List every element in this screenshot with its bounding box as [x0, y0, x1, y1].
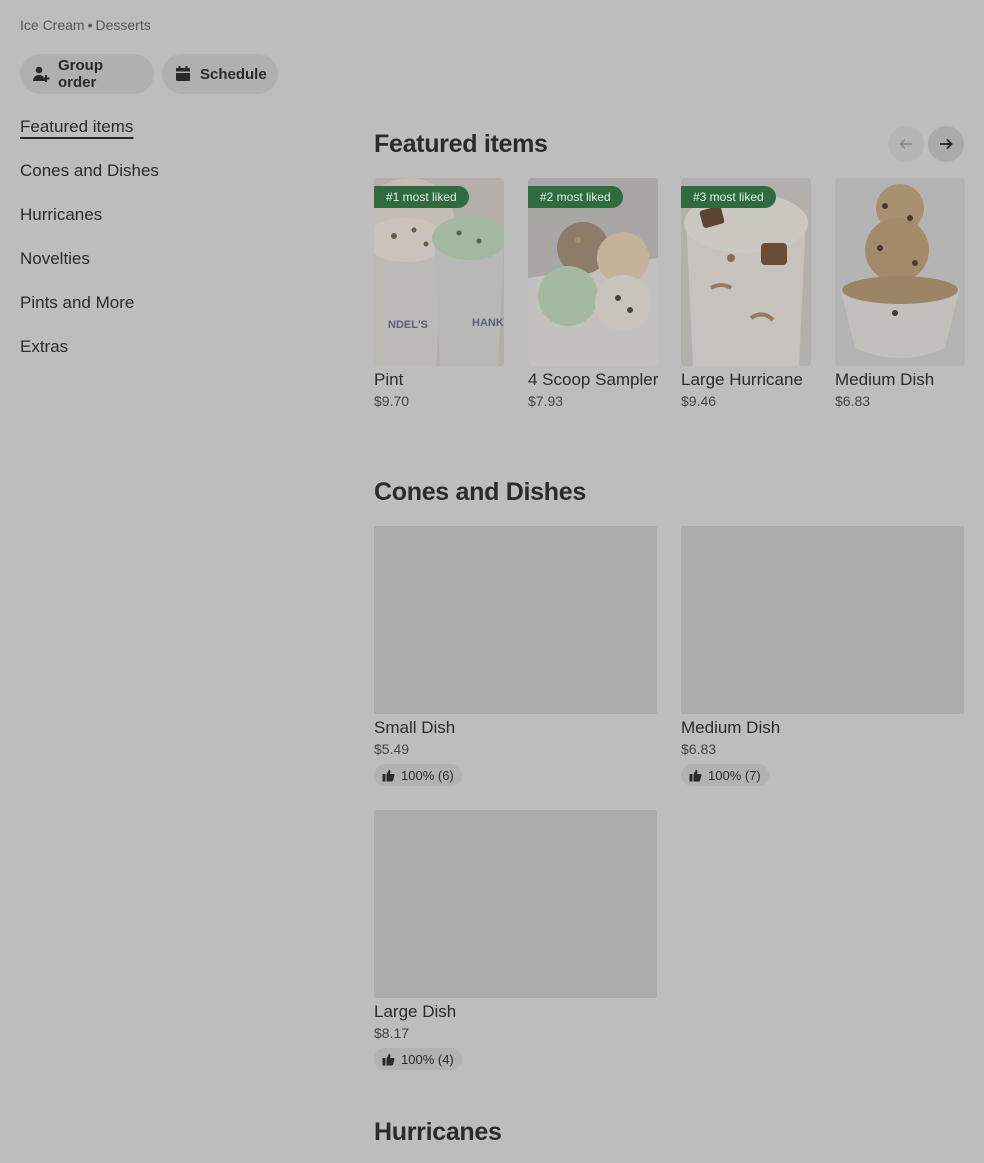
- item-price: $9.46: [681, 393, 717, 409]
- item-name: Small Dish: [374, 718, 456, 737]
- carousel-prev-button[interactable]: [888, 126, 924, 162]
- group-order-button[interactable]: Group order: [20, 54, 154, 94]
- item-name: Large Dish: [374, 1002, 457, 1021]
- rating-badge: 100% (4): [374, 1048, 462, 1070]
- item-name: Large Hurricane: [681, 370, 803, 389]
- nav-item-featured-items[interactable]: Featured items: [20, 116, 159, 160]
- item-image: #3 most liked: [681, 178, 811, 366]
- nav-item-novelties[interactable]: Novelties: [20, 248, 159, 292]
- thumbs-up-icon: [689, 769, 702, 782]
- nav-item-pints-and-more[interactable]: Pints and More: [20, 292, 159, 336]
- featured-item-4-scoop-sampler[interactable]: #2 most liked 4 Scoop Sampler $7.93: [528, 178, 658, 409]
- group-order-label: Group order: [58, 57, 103, 91]
- carousel-next-button[interactable]: [928, 126, 964, 162]
- nav-item-cones-and-dishes[interactable]: Cones and Dishes: [20, 160, 159, 204]
- item-price: $7.93: [528, 393, 564, 409]
- item-name: Medium Dish: [835, 370, 935, 389]
- featured-item-medium-dish[interactable]: Medium Dish $6.83: [835, 178, 965, 409]
- thumbs-up-icon: [382, 1053, 395, 1066]
- arrow-left-icon: [899, 138, 912, 150]
- item-price: $6.83: [681, 741, 717, 757]
- breadcrumb-separator: •: [87, 17, 93, 33]
- schedule-button[interactable]: Schedule: [162, 54, 278, 94]
- arrow-right-icon: [940, 138, 953, 150]
- item-image-placeholder: [681, 526, 964, 714]
- svg-text:HANK: HANK: [472, 317, 504, 329]
- featured-item-large-hurricane[interactable]: #3 most liked Large Hurricane $9.46: [681, 178, 811, 409]
- add-person-icon: [32, 65, 50, 83]
- nav-item-hurricanes[interactable]: Hurricanes: [20, 204, 159, 248]
- item-price: $8.17: [374, 1025, 410, 1041]
- item-image-placeholder: [374, 810, 657, 998]
- menu-item-medium-dish[interactable]: Medium Dish $6.83 100% (7): [681, 526, 964, 787]
- hurricanes-heading: Hurricanes: [374, 1118, 502, 1146]
- breadcrumb-ice-cream[interactable]: Ice Cream: [20, 17, 85, 33]
- calendar-icon: [174, 65, 192, 83]
- rating-badge: 100% (6): [374, 764, 462, 786]
- menu-item-large-dish[interactable]: Large Dish $8.17 100% (4): [374, 810, 657, 1071]
- item-name: Medium Dish: [681, 718, 781, 737]
- item-image: [835, 178, 965, 366]
- featured-item-pint[interactable]: NDEL'S HANK #1 most liked Pint $9.70: [374, 178, 504, 409]
- rating-text: 100% (6): [401, 767, 454, 783]
- cones-and-dishes-heading: Cones and Dishes: [374, 478, 586, 506]
- most-liked-badge: #2 most liked: [528, 186, 623, 208]
- featured-items-heading: Featured items: [374, 130, 548, 158]
- item-image: #2 most liked: [528, 178, 658, 366]
- svg-text:NDEL'S: NDEL'S: [388, 319, 428, 331]
- rating-badge: 100% (7): [681, 764, 769, 786]
- thumbs-up-icon: [382, 769, 395, 782]
- item-price: $6.83: [835, 393, 871, 409]
- category-nav: Featured items Cones and Dishes Hurrican…: [20, 116, 159, 380]
- rating-text: 100% (7): [708, 767, 761, 783]
- menu-item-small-dish[interactable]: Small Dish $5.49 100% (6): [374, 526, 657, 787]
- most-liked-badge: #3 most liked: [681, 186, 776, 208]
- item-price: $5.49: [374, 741, 410, 757]
- item-image: NDEL'S HANK #1 most liked: [374, 178, 504, 366]
- item-price: $9.70: [374, 393, 410, 409]
- item-name: Pint: [374, 370, 404, 389]
- most-liked-badge: #1 most liked: [374, 186, 469, 208]
- breadcrumb: Ice Cream • Desserts: [20, 17, 151, 33]
- schedule-label: Schedule: [200, 65, 267, 83]
- item-name: 4 Scoop Sampler: [528, 370, 659, 389]
- rating-text: 100% (4): [401, 1051, 454, 1067]
- nav-item-extras[interactable]: Extras: [20, 336, 159, 380]
- item-image-placeholder: [374, 526, 657, 714]
- breadcrumb-desserts[interactable]: Desserts: [95, 17, 150, 33]
